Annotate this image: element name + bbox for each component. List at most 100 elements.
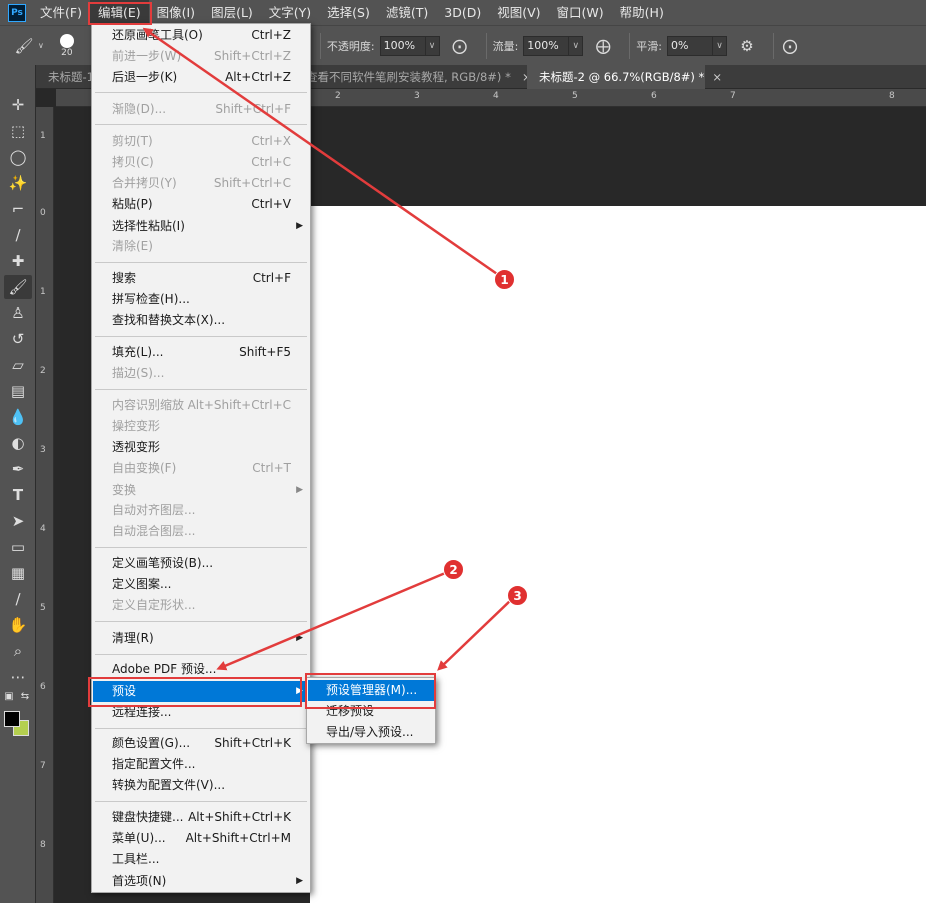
marquee-tool-icon[interactable]: ⬚ bbox=[4, 119, 32, 143]
menu-item-perspective-warp[interactable]: 透视变形 bbox=[93, 437, 309, 458]
tab-document-2-close-icon[interactable]: × bbox=[514, 65, 532, 89]
ruler-label: 6 bbox=[40, 682, 46, 692]
crop-tool-icon[interactable]: ⌐ bbox=[4, 197, 32, 221]
healing-brush-tool-icon[interactable]: ✚ bbox=[4, 249, 32, 273]
menu-window[interactable]: 窗口(W) bbox=[549, 0, 612, 25]
eraser-tool-icon[interactable]: ▱ bbox=[4, 353, 32, 377]
rectangle-tool-icon[interactable]: ▭ bbox=[4, 535, 32, 559]
menu-item-menus[interactable]: 菜单(U)... Alt+Shift+Ctrl+M bbox=[93, 828, 309, 849]
history-brush-tool-icon[interactable]: ↺ bbox=[4, 327, 32, 351]
clone-stamp-tool-icon[interactable]: ♙ bbox=[4, 301, 32, 325]
gradient-tool-icon[interactable]: ▤ bbox=[4, 379, 32, 403]
blur-tool-icon[interactable]: 💧 bbox=[4, 405, 32, 429]
menu-separator bbox=[95, 801, 307, 802]
tab-document-2[interactable]: 查看不同软件笔刷安装教程, RGB/8#) * bbox=[306, 65, 526, 89]
brush-size-preview[interactable]: 20 bbox=[59, 33, 74, 58]
menu-item-keyboard-shortcuts[interactable]: 键盘快捷键... Alt+Shift+Ctrl+K bbox=[93, 807, 309, 828]
menu-item-preferences[interactable]: 首选项(N) ▶ bbox=[93, 871, 309, 892]
menu-type[interactable]: 文字(Y) bbox=[261, 0, 319, 25]
smoothing-dropdown-icon[interactable]: ∨ bbox=[713, 35, 728, 56]
submenu-arrow-icon: ▶ bbox=[296, 876, 303, 886]
menu-item-content-aware-scale[interactable]: 内容识别缩放 Alt+Shift+Ctrl+C bbox=[93, 395, 309, 416]
more-tools-icon[interactable]: ⋯ bbox=[4, 665, 32, 689]
magic-wand-tool-icon[interactable]: ✨ bbox=[4, 171, 32, 195]
pressure-opacity-icon[interactable]: ⨀ bbox=[450, 36, 470, 56]
menu-view[interactable]: 视图(V) bbox=[489, 0, 548, 25]
menu-help[interactable]: 帮助(H) bbox=[612, 0, 672, 25]
menu-item-paste-special[interactable]: 选择性粘贴(I) ▶ bbox=[93, 216, 309, 237]
menu-item-purge[interactable]: 清理(R) ▶ bbox=[93, 628, 309, 649]
menu-item-step-forward[interactable]: 前进一步(W) Shift+Ctrl+Z bbox=[93, 46, 309, 67]
menu-item-toolbar[interactable]: 工具栏... bbox=[93, 849, 309, 870]
menu-item-cut[interactable]: 剪切(T) Ctrl+X bbox=[93, 131, 309, 152]
menu-item-step-backward[interactable]: 后退一步(K) Alt+Ctrl+Z bbox=[93, 67, 309, 88]
menu-item-clear[interactable]: 清除(E) bbox=[93, 236, 309, 257]
menu-item-copy-merged[interactable]: 合并拷贝(Y) Shift+Ctrl+C bbox=[93, 173, 309, 194]
menu-item-auto-blend-layers[interactable]: 自动混合图层... bbox=[93, 521, 309, 542]
menu-item-search[interactable]: 搜索 Ctrl+F bbox=[93, 268, 309, 289]
menu-item-fade[interactable]: 渐隐(D)... Shift+Ctrl+F bbox=[93, 99, 309, 120]
menu-separator bbox=[95, 124, 307, 125]
path-selection-tool-icon[interactable]: ➤ bbox=[4, 509, 32, 533]
document-canvas[interactable] bbox=[310, 206, 926, 903]
flow-field[interactable]: 100% bbox=[523, 35, 570, 56]
zoom-tool-icon[interactable]: ⌕ bbox=[4, 639, 32, 663]
menu-filter[interactable]: 滤镜(T) bbox=[378, 0, 436, 25]
menu-item-stroke[interactable]: 描边(S)... bbox=[93, 363, 309, 384]
move-tool-icon[interactable]: ✛ bbox=[4, 93, 32, 117]
lasso-tool-icon[interactable]: ◯ bbox=[4, 145, 32, 169]
gear-icon[interactable]: ⚙ bbox=[737, 36, 757, 56]
opacity-field[interactable]: 100% bbox=[379, 35, 426, 56]
menu-item-assign-profile[interactable]: 指定配置文件... bbox=[93, 754, 309, 775]
menu-item-convert-to-profile[interactable]: 转换为配置文件(V)... bbox=[93, 775, 309, 796]
dodge-tool-icon[interactable]: ◐ bbox=[4, 431, 32, 455]
brush-tool-icon[interactable]: 🖌 bbox=[14, 36, 34, 56]
menu-layer[interactable]: 图层(L) bbox=[203, 0, 261, 25]
menu-3d[interactable]: 3D(D) bbox=[436, 0, 489, 25]
ruler-label: 4 bbox=[493, 91, 499, 101]
swap-colors-icon[interactable]: ⇆ bbox=[18, 689, 32, 703]
tab-document-1[interactable]: 未标题-1 bbox=[36, 65, 96, 89]
menu-image[interactable]: 图像(I) bbox=[149, 0, 203, 25]
smoothing-field[interactable]: 0% bbox=[667, 35, 714, 56]
menu-item-check-spelling[interactable]: 拼写检查(H)... bbox=[93, 289, 309, 310]
submenu-item-export-import-presets[interactable]: 导出/导入预设... bbox=[308, 722, 434, 743]
menu-item-paste[interactable]: 粘贴(P) Ctrl+V bbox=[93, 194, 309, 215]
menu-item-puppet-warp[interactable]: 操控变形 bbox=[93, 416, 309, 437]
close-icon[interactable]: × bbox=[712, 70, 722, 84]
menu-separator bbox=[95, 389, 307, 390]
note-tool-icon[interactable]: ▦ bbox=[4, 561, 32, 585]
flow-dropdown-icon[interactable]: ∨ bbox=[569, 35, 584, 56]
menu-item-label: 搜索 bbox=[112, 271, 137, 285]
default-colors-icon[interactable]: ▣ bbox=[2, 689, 16, 703]
pen-tool-icon[interactable]: ✒ bbox=[4, 457, 32, 481]
foreground-color-swatch[interactable] bbox=[4, 711, 20, 727]
menu-item-find-replace[interactable]: 查找和替换文本(X)... bbox=[93, 310, 309, 331]
tab-document-3[interactable]: 未标题-2 @ 66.7%(RGB/8#) * × bbox=[527, 65, 722, 89]
brush-tool-icon[interactable]: 🖌 bbox=[4, 275, 32, 299]
airbrush-icon[interactable]: ⨁ bbox=[593, 36, 613, 56]
menu-item-label: 选择性粘贴(I) bbox=[112, 219, 185, 233]
opacity-dropdown-icon[interactable]: ∨ bbox=[425, 35, 440, 56]
menu-item-label: 首选项(N) bbox=[112, 874, 167, 888]
menu-item-copy[interactable]: 拷贝(C) Ctrl+C bbox=[93, 152, 309, 173]
color-sampler-tool-icon[interactable]: ∕ bbox=[4, 587, 32, 611]
menu-item-auto-align-layers[interactable]: 自动对齐图层... bbox=[93, 500, 309, 521]
menu-file[interactable]: 文件(F) bbox=[32, 0, 90, 25]
brush-preset-dropdown-icon[interactable]: ∨ bbox=[38, 41, 44, 50]
menu-item-label: 导出/导入预设... bbox=[326, 725, 414, 739]
eyedropper-tool-icon[interactable]: ∕ bbox=[4, 223, 32, 247]
menu-item-transform[interactable]: 变换 ▶ bbox=[93, 480, 309, 501]
menu-item-free-transform[interactable]: 自由变换(F) Ctrl+T bbox=[93, 458, 309, 479]
type-tool-icon[interactable]: T bbox=[4, 483, 32, 507]
menu-item-define-pattern[interactable]: 定义图案... bbox=[93, 574, 309, 595]
menu-select[interactable]: 选择(S) bbox=[319, 0, 378, 25]
menu-item-fill[interactable]: 填充(L)... Shift+F5 bbox=[93, 342, 309, 363]
menu-item-undo[interactable]: 还原画笔工具(O) Ctrl+Z bbox=[93, 25, 309, 46]
menu-item-define-custom-shape[interactable]: 定义自定形状... bbox=[93, 595, 309, 616]
menu-item-color-settings[interactable]: 颜色设置(G)... Shift+Ctrl+K bbox=[93, 733, 309, 754]
menu-item-define-brush-preset[interactable]: 定义画笔预设(B)... bbox=[93, 553, 309, 574]
brush-size-value: 20 bbox=[61, 47, 73, 58]
hand-tool-icon[interactable]: ✋ bbox=[4, 613, 32, 637]
pressure-size-icon[interactable]: ⨀ bbox=[780, 36, 800, 56]
